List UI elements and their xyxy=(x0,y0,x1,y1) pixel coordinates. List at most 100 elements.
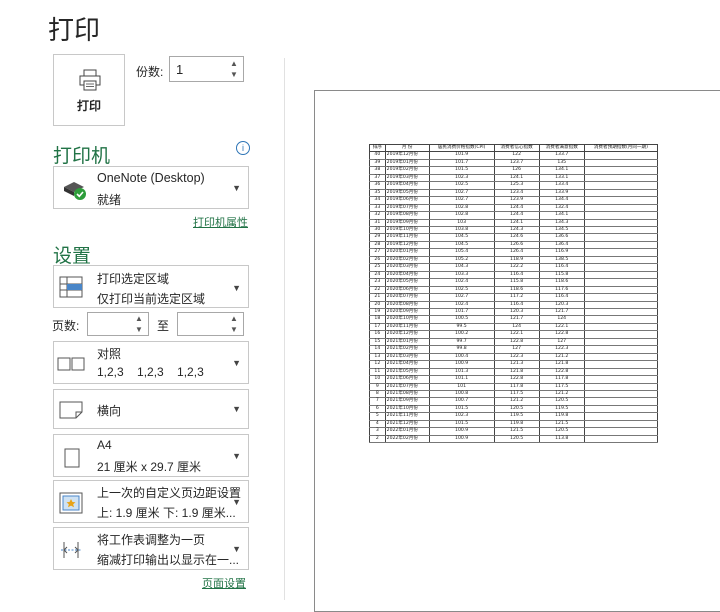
preview-header-cell: 消费者满意指数 xyxy=(538,143,585,153)
increment-icon[interactable]: ▲ xyxy=(228,313,240,324)
table-cell: 121.7 xyxy=(538,308,585,317)
table-cell: 36 xyxy=(369,181,386,190)
orientation-select[interactable]: 横向 ▼ xyxy=(53,389,249,429)
table-cell: 20 xyxy=(369,301,386,310)
table-cell: 101.7 xyxy=(428,308,495,317)
table-cell: 2021年04月份 xyxy=(384,360,430,369)
table-cell xyxy=(583,204,659,213)
table-cell: 6 xyxy=(369,405,386,414)
table-cell: 2020年10月份 xyxy=(384,315,430,324)
table-cell: 2021年06月份 xyxy=(384,375,430,384)
table-cell: 2020年09月份 xyxy=(384,308,430,317)
table-row: 17 2020年11月份 99.5 124 122.1 xyxy=(369,323,659,332)
table-cell: 4 xyxy=(369,420,386,429)
printer-properties-link[interactable]: 打印机属性 xyxy=(193,214,248,230)
table-cell: 102.8 xyxy=(428,211,495,220)
table-cell: 120.5 xyxy=(493,405,540,414)
table-cell: 122.3 xyxy=(538,345,585,354)
table-cell: 2021年02月份 xyxy=(384,345,430,354)
table-cell: 121.8 xyxy=(538,360,585,369)
table-cell: 13 xyxy=(369,353,386,362)
table-cell: 2019年06月份 xyxy=(384,196,430,205)
decrement-icon[interactable]: ▼ xyxy=(228,69,240,80)
table-cell xyxy=(583,293,659,302)
table-cell: 120.5 xyxy=(538,427,585,436)
increment-icon[interactable]: ▲ xyxy=(228,58,240,69)
decrement-icon[interactable]: ▼ xyxy=(228,324,240,335)
table-cell xyxy=(583,375,659,384)
paper-size-select[interactable]: A4 21 厘米 x 29.7 厘米 ▼ xyxy=(53,434,249,477)
pages-to-input[interactable]: ▲ ▼ xyxy=(177,312,244,336)
table-cell xyxy=(583,241,659,250)
table-cell: 2019年04月份 xyxy=(384,181,430,190)
table-row: 26 2020年02月份 105.2 118.9 138.5 xyxy=(369,256,659,265)
table-cell xyxy=(583,368,659,377)
table-row: 24 2020年04月份 103.3 116.4 115.8 xyxy=(369,271,659,280)
table-cell: 99.5 xyxy=(428,323,495,332)
table-cell: 104.5 xyxy=(428,233,495,242)
table-cell: 2020年06月份 xyxy=(384,286,430,295)
table-cell: 134.1 xyxy=(538,211,585,220)
table-cell: 35 xyxy=(369,189,386,198)
table-cell: 123.4 xyxy=(493,189,540,198)
table-row: 28 2019年12月份 104.5 126.6 136.4 xyxy=(369,241,659,250)
table-cell: 121.5 xyxy=(493,427,540,436)
table-cell: 100.8 xyxy=(428,390,495,399)
table-cell: 134.5 xyxy=(538,226,585,235)
collation-select[interactable]: 对照 1,2,3 1,2,3 1,2,3 ▼ xyxy=(53,341,249,384)
table-cell: 117.2 xyxy=(493,293,540,302)
table-cell xyxy=(583,338,659,347)
copies-stepper[interactable]: 1 ▲ ▼ xyxy=(169,56,244,82)
table-cell: 3 xyxy=(369,427,386,436)
print-preview-page: 排序月 份居民消费价格指数(CPI) 消费者信心指数 消费者满意指数 消费者预期指数(… xyxy=(314,90,720,612)
pages-from-input[interactable]: ▲ ▼ xyxy=(87,312,149,336)
table-row: 33 2019年07月份 102.8 124.4 132.4 xyxy=(369,204,659,213)
table-cell: 40 xyxy=(369,151,386,160)
table-cell xyxy=(583,181,659,190)
preview-table: 排序月 份居民消费价格指数(CPI) 消费者信心指数 消费者满意指数 消费者预期指数(… xyxy=(369,143,659,444)
table-cell xyxy=(583,151,659,160)
table-cell: 122.8 xyxy=(538,330,585,339)
page-setup-link[interactable]: 页面设置 xyxy=(202,575,246,591)
table-cell: 133.7 xyxy=(538,151,585,160)
table-cell: 122.1 xyxy=(493,330,540,339)
print-button[interactable]: 打印 xyxy=(53,54,125,126)
table-cell: 127 xyxy=(493,345,540,354)
table-row: 15 2021年01月份 99.7 122.8 127 xyxy=(369,338,659,347)
table-cell: 26 xyxy=(369,256,386,265)
table-cell xyxy=(583,301,659,310)
table-cell xyxy=(583,286,659,295)
table-cell: 116.4 xyxy=(538,293,585,302)
table-cell: 121.5 xyxy=(538,420,585,429)
table-row: 23 2020年05月份 102.4 115.8 118.6 xyxy=(369,278,659,287)
info-icon[interactable]: i xyxy=(236,141,250,155)
table-cell: 119.8 xyxy=(538,412,585,421)
table-cell: 118.9 xyxy=(493,256,540,265)
increment-icon[interactable]: ▲ xyxy=(133,313,145,324)
table-cell: 101.3 xyxy=(428,368,495,377)
table-cell: 124.6 xyxy=(493,233,540,242)
table-cell: 134.1 xyxy=(538,166,585,175)
table-cell: 117.5 xyxy=(538,383,585,391)
table-cell: 113.8 xyxy=(538,435,585,444)
table-cell xyxy=(583,360,659,369)
printer-status-icon xyxy=(64,182,86,200)
table-cell: 117.5 xyxy=(493,390,540,399)
table-cell: 102.7 xyxy=(428,196,495,205)
table-row: 13 2021年03月份 100.4 122.3 121.2 xyxy=(369,353,659,362)
table-cell: 2019年08月份 xyxy=(384,211,430,220)
table-cell: 120.3 xyxy=(538,301,585,310)
scaling-select[interactable]: 将工作表调整为一页 缩减打印输出以显示在一... ▼ xyxy=(53,527,249,570)
table-cell: 16 xyxy=(369,330,386,339)
table-cell: 122.3 xyxy=(493,353,540,362)
page-title: 打印 xyxy=(48,15,101,45)
table-cell: 103.8 xyxy=(428,226,495,235)
margins-select[interactable]: 上一次的自定义页边距设置 上: 1.9 厘米 下: 1.9 厘米... ▼ xyxy=(53,480,249,523)
print-area-select[interactable]: 打印选定区域 仅打印当前选定区域 ▼ xyxy=(53,265,249,308)
decrement-icon[interactable]: ▼ xyxy=(133,324,145,335)
table-cell xyxy=(583,271,659,280)
table-cell xyxy=(583,427,659,436)
printer-select[interactable]: OneNote (Desktop) 就绪 ▼ xyxy=(53,166,249,209)
table-cell: 2020年05月份 xyxy=(384,278,430,287)
table-cell: 120.3 xyxy=(493,308,540,317)
